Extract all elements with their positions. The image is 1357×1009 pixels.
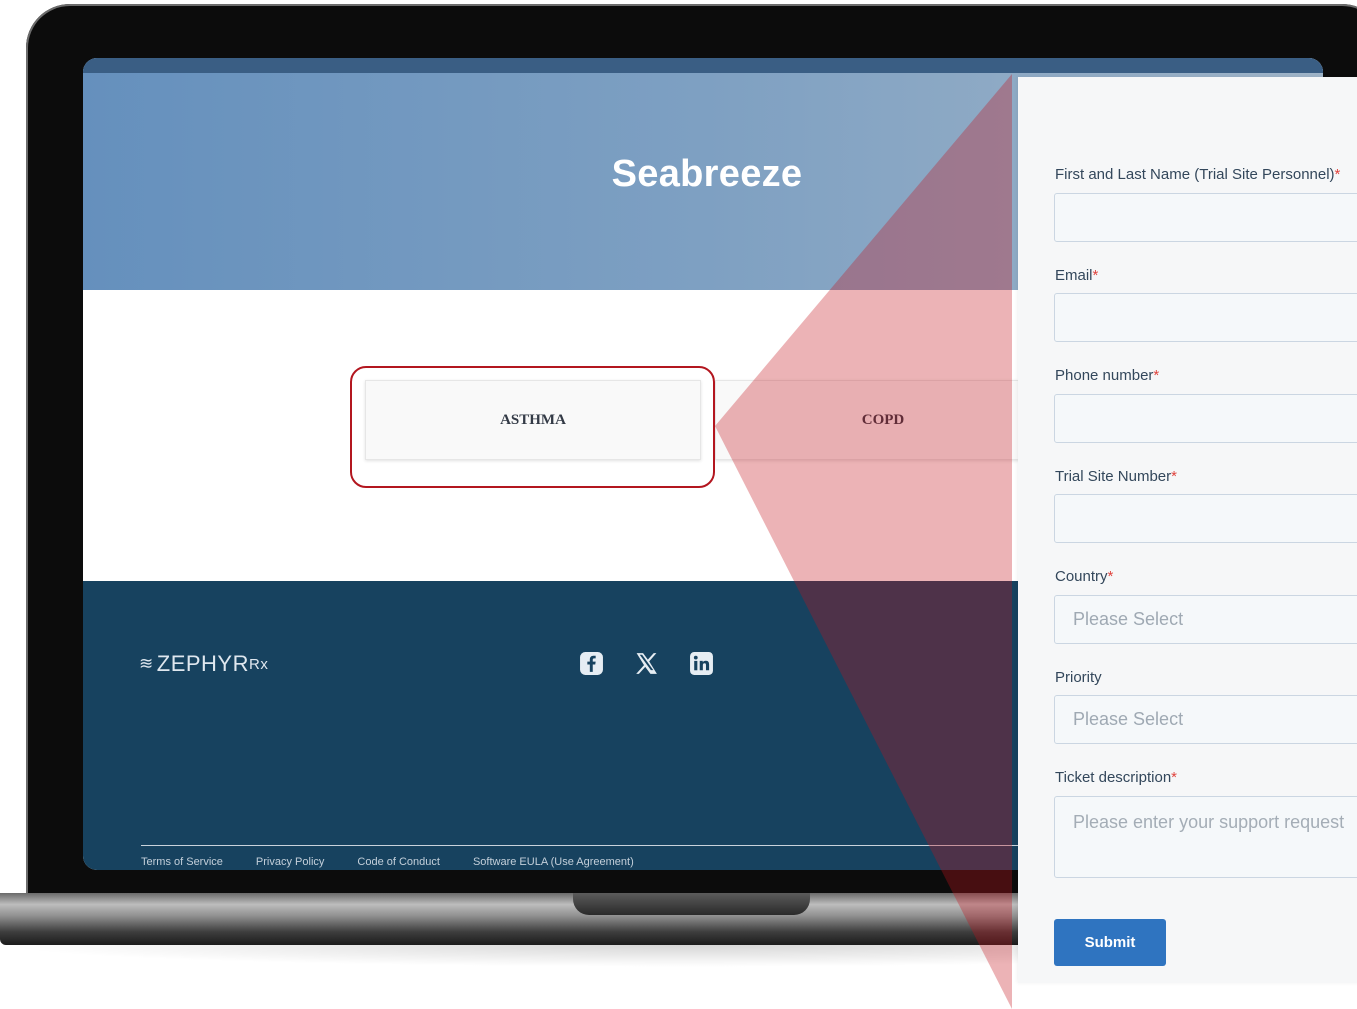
name-input[interactable]: [1054, 193, 1357, 242]
ticket-description-textarea[interactable]: [1054, 796, 1357, 878]
submit-button[interactable]: Submit: [1054, 919, 1166, 966]
phone-input[interactable]: [1054, 394, 1357, 443]
software-eula-link[interactable]: Software EULA (Use Agreement): [473, 856, 634, 868]
social-links: [579, 651, 714, 676]
email-input[interactable]: [1054, 293, 1357, 342]
asthma-highlight-box: [350, 366, 715, 488]
copd-card[interactable]: COPD: [715, 380, 1051, 460]
wind-icon: ≋: [139, 654, 154, 673]
x-icon[interactable]: [634, 651, 659, 676]
phone-label: Phone number*: [1055, 367, 1160, 384]
zephyr-logo: ≋ ZEPHYR Rx: [139, 651, 268, 677]
name-label: First and Last Name (Trial Site Personne…: [1055, 166, 1341, 183]
logo-text: ZEPHYR: [156, 651, 249, 676]
laptop-notch: [573, 893, 810, 915]
priority-label: Priority: [1055, 669, 1102, 686]
country-label: Country*: [1055, 568, 1114, 585]
priority-select[interactable]: Please Select: [1054, 695, 1357, 744]
support-form-panel: First and Last Name (Trial Site Personne…: [1018, 77, 1357, 983]
trial-site-number-label: Trial Site Number*: [1055, 468, 1177, 485]
linkedin-icon[interactable]: [689, 651, 714, 676]
hero-top-strip: [83, 58, 1323, 73]
logo-rx-suffix: Rx: [249, 655, 269, 673]
email-label: Email*: [1055, 267, 1099, 284]
code-of-conduct-link[interactable]: Code of Conduct: [357, 856, 440, 868]
privacy-policy-link[interactable]: Privacy Policy: [256, 856, 324, 868]
footer-links: Terms of Service Privacy Policy Code of …: [141, 856, 634, 868]
country-select[interactable]: Please Select: [1054, 595, 1357, 644]
ticket-description-label: Ticket description*: [1055, 769, 1177, 786]
trial-site-number-input[interactable]: [1054, 494, 1357, 543]
facebook-icon[interactable]: [579, 651, 604, 676]
terms-of-service-link[interactable]: Terms of Service: [141, 856, 223, 868]
